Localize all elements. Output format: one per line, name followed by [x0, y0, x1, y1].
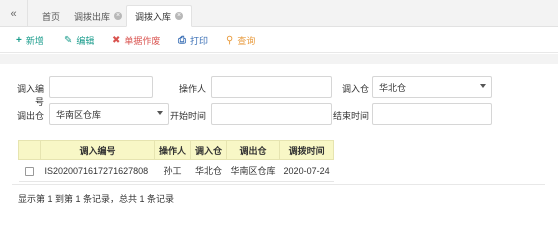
void-button[interactable]: ✖ 单据作废: [112, 27, 160, 53]
tab-bar: « 首页 调拨出库 × 调拨入库 ×: [0, 0, 558, 27]
data-table: 调入编号 操作人 调入仓 调出仓 调拨时间 IS2020071617271627…: [18, 140, 335, 182]
double-chevron-left-icon[interactable]: «: [0, 0, 28, 27]
plus-icon: +: [16, 34, 22, 46]
table-cell: 华南区仓库: [226, 159, 280, 182]
tab-home[interactable]: 首页: [34, 5, 68, 27]
chevron-down-icon: [480, 84, 486, 88]
edit-label: 编辑: [76, 35, 95, 46]
start-time-label: 开始时间: [170, 111, 207, 121]
out-warehouse-label: 调出仓: [16, 111, 44, 121]
toolbar: + 新增 ✎ 编辑 ✖ 单据作废 ⎙ 打印 ⚲ 查询: [0, 27, 558, 53]
tab-transfer-out[interactable]: 调拨出库 ×: [66, 5, 130, 27]
out-warehouse-value: 华南区仓库: [56, 109, 102, 120]
tab-label: 调拨入库: [135, 11, 172, 22]
table-cell: 2020-07-24: [279, 159, 334, 182]
column-header[interactable]: 调拨时间: [279, 140, 335, 160]
print-label: 打印: [190, 35, 209, 46]
table-divider: [12, 184, 545, 185]
column-header[interactable]: 调出仓: [226, 140, 281, 160]
pagination-info: 显示第 1 到第 1 条记录，总共 1 条记录: [18, 194, 175, 204]
section-divider: [0, 54, 558, 64]
table-cell: IS2020071617271627808: [40, 159, 155, 182]
in-warehouse-select[interactable]: 华北仓: [372, 76, 492, 98]
start-time-input[interactable]: [211, 103, 332, 125]
select-all-header: [18, 140, 41, 160]
table-header-row: 调入编号 操作人 调入仓 调出仓 调拨时间: [18, 140, 335, 160]
printer-icon: ⎙: [178, 34, 186, 46]
close-icon[interactable]: ×: [175, 12, 184, 20]
pencil-icon: ✎: [64, 34, 73, 46]
column-header[interactable]: 调入仓: [190, 140, 228, 160]
row-checkbox-cell: [18, 159, 41, 182]
row-checkbox[interactable]: [25, 166, 34, 176]
in-warehouse-label: 调入仓: [341, 84, 369, 94]
tab-label: 调拨出库: [74, 11, 111, 22]
x-icon: ✖: [112, 34, 121, 46]
search-icon: ⚲: [226, 34, 234, 46]
print-button[interactable]: ⎙ 打印: [178, 27, 208, 53]
void-label: 单据作废: [124, 35, 161, 46]
end-time-label: 结束时间: [332, 111, 369, 121]
query-label: 查询: [237, 35, 256, 46]
table-row[interactable]: IS2020071617271627808 孙工 华北仓 华南区仓库 2020-…: [18, 159, 334, 182]
table-cell: 孙工: [154, 159, 191, 182]
table-cell: 华北仓: [190, 159, 227, 182]
in-warehouse-value: 华北仓: [379, 82, 407, 93]
column-header[interactable]: 调入编号: [40, 140, 155, 160]
column-header[interactable]: 操作人: [153, 140, 192, 160]
out-warehouse-select[interactable]: 华南区仓库: [49, 103, 169, 125]
chevron-down-icon: [157, 111, 163, 115]
add-button[interactable]: + 新增: [16, 27, 44, 53]
close-icon[interactable]: ×: [114, 12, 123, 20]
query-button[interactable]: ⚲ 查询: [226, 27, 255, 53]
tab-label: 首页: [42, 11, 61, 22]
in-no-label: 调入编号: [16, 84, 44, 107]
operator-label: 操作人: [178, 84, 206, 94]
operator-input[interactable]: [211, 76, 332, 98]
end-time-input[interactable]: [372, 103, 492, 125]
edit-button[interactable]: ✎ 编辑: [64, 27, 94, 53]
add-label: 新增: [25, 35, 44, 46]
in-no-input[interactable]: [49, 76, 153, 98]
tab-transfer-in[interactable]: 调拨入库 ×: [126, 5, 193, 27]
